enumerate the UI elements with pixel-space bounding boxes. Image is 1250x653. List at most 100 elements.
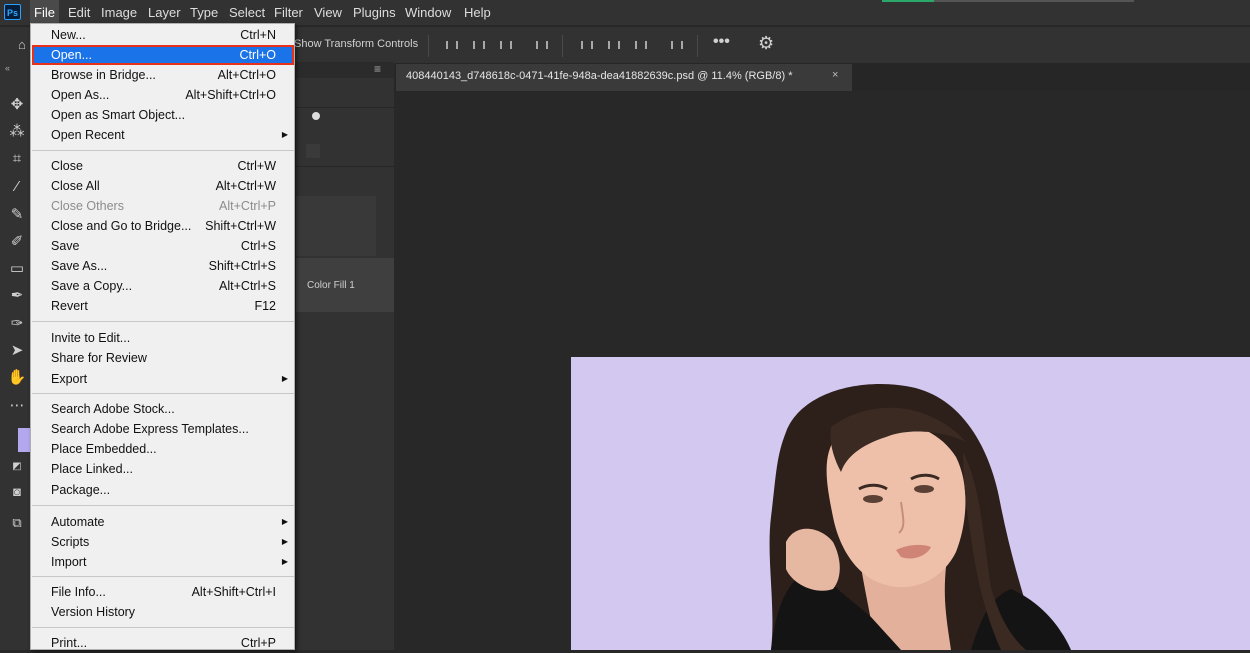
menu-item-version-history[interactable]: Version History xyxy=(32,602,294,622)
menu-item-package[interactable]: Package... xyxy=(32,480,294,500)
menu-item-open-as[interactable]: Open As... Alt+Shift+Ctrl+O xyxy=(32,85,294,105)
menu-separator xyxy=(32,150,294,151)
menu-item-share-for-review[interactable]: Share for Review xyxy=(32,348,294,368)
menu-item-label: Scripts xyxy=(51,535,90,549)
menu-item-automate[interactable]: Automate ▶ xyxy=(32,512,294,532)
distribute-vertical-icon[interactable] xyxy=(535,38,549,52)
menu-bar: Ps File Edit Image Layer Type Select Fil… xyxy=(0,0,1250,25)
distribute-horizontal-icon[interactable] xyxy=(670,38,684,52)
document-canvas[interactable] xyxy=(571,357,1250,650)
menu-item-revert[interactable]: Revert F12 xyxy=(32,296,294,316)
menu-separator xyxy=(32,627,294,628)
layers-panel xyxy=(296,78,394,650)
eyedropper-tool-icon[interactable]: ⁄ xyxy=(7,177,27,197)
menu-select[interactable]: Select xyxy=(225,0,269,25)
gear-icon[interactable]: ⚙ xyxy=(758,33,774,54)
menu-item-shortcut: Ctrl+S xyxy=(240,239,276,253)
menu-help[interactable]: Help xyxy=(460,0,495,25)
layer-thumbnail-area xyxy=(296,196,376,256)
gradient-tool-icon[interactable]: ▭ xyxy=(7,259,27,279)
menu-item-save[interactable]: Save Ctrl+S xyxy=(32,236,294,256)
menu-item-invite-to-edit[interactable]: Invite to Edit... xyxy=(32,328,294,348)
menu-image[interactable]: Image xyxy=(97,0,141,25)
menu-item-close-others: Close Others Alt+Ctrl+P xyxy=(32,196,294,216)
menu-item-label: Version History xyxy=(51,605,136,619)
menu-item-close-and-go-to-bridge[interactable]: Close and Go to Bridge... Shift+Ctrl+W xyxy=(32,216,294,236)
swap-colors-icon[interactable]: ◩ xyxy=(7,457,27,477)
panel-header: ≡ xyxy=(296,62,394,78)
panel-menu-icon[interactable]: ≡ xyxy=(374,62,381,76)
menu-item-open-recent[interactable]: Open Recent ▶ xyxy=(32,125,294,145)
menu-item-label: File Info... xyxy=(51,585,106,599)
menu-filter[interactable]: Filter xyxy=(270,0,307,25)
align-horizontal-center-icon[interactable] xyxy=(472,38,486,52)
menu-item-label: Automate xyxy=(51,515,105,529)
show-transform-controls-label[interactable]: Show Transform Controls xyxy=(294,38,418,50)
align-right-icon[interactable] xyxy=(499,38,513,52)
menu-item-import[interactable]: Import ▶ xyxy=(32,552,294,572)
dodge-tool-icon[interactable]: ✒ xyxy=(7,286,27,306)
menu-item-place-embedded[interactable]: Place Embedded... xyxy=(32,439,294,459)
menu-item-scripts[interactable]: Scripts ▶ xyxy=(32,532,294,552)
home-icon[interactable]: ⌂ xyxy=(18,37,30,52)
menu-plugins[interactable]: Plugins xyxy=(349,0,400,25)
foreground-color-swatch[interactable] xyxy=(18,428,30,452)
divider xyxy=(562,35,563,57)
menu-item-search-adobe-express-templates[interactable]: Search Adobe Express Templates... xyxy=(32,419,294,439)
menu-item-shortcut: Alt+Shift+Ctrl+I xyxy=(191,585,276,599)
menu-type[interactable]: Type xyxy=(186,0,222,25)
move-tool-icon[interactable]: ✥ xyxy=(7,95,27,115)
collapse-panel-icon[interactable]: « xyxy=(5,63,10,73)
menu-edit[interactable]: Edit xyxy=(64,0,94,25)
progress-indicator xyxy=(882,0,934,2)
align-top-icon[interactable] xyxy=(580,38,594,52)
panel-divider xyxy=(296,166,394,167)
menu-item-close-all[interactable]: Close All Alt+Ctrl+W xyxy=(32,176,294,196)
path-selection-tool-icon[interactable]: ➤ xyxy=(7,341,27,361)
align-bottom-icon[interactable] xyxy=(634,38,648,52)
menu-item-place-linked[interactable]: Place Linked... xyxy=(32,459,294,479)
menu-item-label: Save a Copy... xyxy=(51,279,133,293)
menu-window[interactable]: Window xyxy=(401,0,455,25)
menu-item-shortcut: Ctrl+O xyxy=(239,48,276,62)
dot-icon xyxy=(312,112,320,120)
photoshop-logo-icon: Ps xyxy=(4,4,21,20)
menu-file[interactable]: File xyxy=(30,0,59,25)
brush-tool-icon[interactable]: ✎ xyxy=(7,205,27,225)
quick-mask-icon[interactable]: ◙ xyxy=(7,482,27,502)
menu-item-open[interactable]: Open... Ctrl+O xyxy=(32,45,294,65)
progress-track xyxy=(934,0,1134,2)
menu-item-print[interactable]: Print... Ctrl+P xyxy=(32,633,294,653)
close-icon[interactable]: × xyxy=(832,69,838,81)
menu-item-label: Invite to Edit... xyxy=(51,331,131,345)
align-vertical-center-icon[interactable] xyxy=(607,38,621,52)
menu-item-label: New... xyxy=(51,28,86,42)
menu-item-file-info[interactable]: File Info... Alt+Shift+Ctrl+I xyxy=(32,582,294,602)
menu-item-close[interactable]: Close Ctrl+W xyxy=(32,156,294,176)
menu-item-label: Close Others xyxy=(51,199,124,213)
menu-layer[interactable]: Layer xyxy=(144,0,185,25)
menu-view[interactable]: View xyxy=(310,0,346,25)
more-options-icon[interactable]: ••• xyxy=(713,33,730,51)
hand-tool-icon[interactable]: ✋ xyxy=(7,368,27,388)
menu-item-browse-in-bridge[interactable]: Browse in Bridge... Alt+Ctrl+O xyxy=(32,65,294,85)
menu-separator xyxy=(32,576,294,577)
menu-item-shortcut: Alt+Ctrl+O xyxy=(217,68,276,82)
menu-separator xyxy=(32,505,294,506)
pen-tool-icon[interactable]: ✑ xyxy=(7,314,27,334)
menu-item-search-adobe-stock[interactable]: Search Adobe Stock... xyxy=(32,399,294,419)
crop-tool-icon[interactable]: ⌗ xyxy=(7,149,27,169)
object-selection-tool-icon[interactable]: ⁂ xyxy=(7,122,27,142)
clone-stamp-tool-icon[interactable]: ✐ xyxy=(7,232,27,252)
menu-item-export[interactable]: Export ▶ xyxy=(32,369,294,389)
document-tab-title[interactable]: 408440143_d748618c-0471-41fe-948a-dea418… xyxy=(406,70,792,82)
layer-name[interactable]: Color Fill 1 xyxy=(307,280,355,291)
align-left-icon[interactable] xyxy=(445,38,459,52)
menu-item-new[interactable]: New... Ctrl+N xyxy=(32,25,294,45)
menu-item-save-as[interactable]: Save As... Shift+Ctrl+S xyxy=(32,256,294,276)
screen-mode-icon[interactable]: ⧉ xyxy=(7,513,27,533)
menu-item-save-a-copy[interactable]: Save a Copy... Alt+Ctrl+S xyxy=(32,276,294,296)
menu-item-shortcut: Alt+Ctrl+W xyxy=(215,179,276,193)
more-tools-icon[interactable]: ⋯ xyxy=(7,396,27,416)
menu-item-open-as-smart-object[interactable]: Open as Smart Object... xyxy=(32,105,294,125)
